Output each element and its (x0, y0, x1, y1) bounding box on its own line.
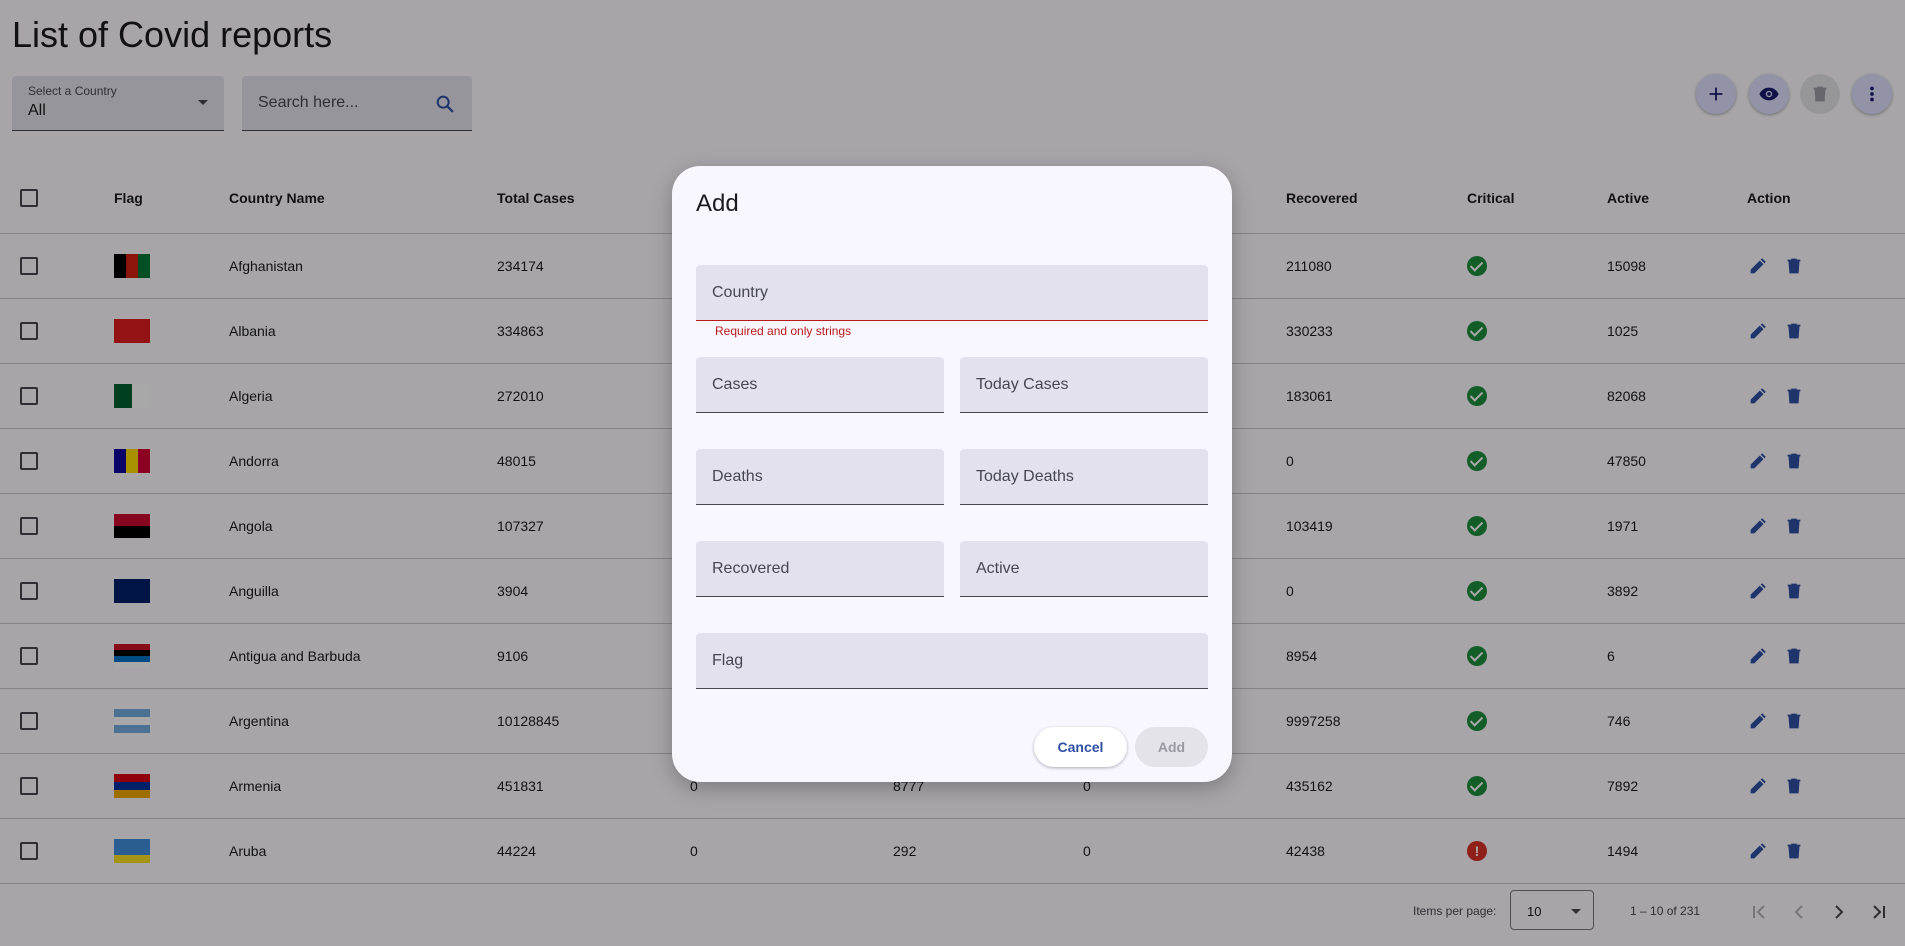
cases-field-label: Cases (712, 376, 758, 393)
active-field-label: Active (976, 560, 1020, 577)
today-deaths-field[interactable]: Today Deaths (960, 449, 1208, 505)
today-deaths-field-label: Today Deaths (976, 468, 1074, 485)
add-button-disabled[interactable]: Add (1135, 727, 1208, 767)
recovered-field[interactable]: Recovered (696, 541, 944, 597)
country-field-error: Required and only strings (715, 324, 852, 338)
dialog-title: Add (696, 190, 739, 217)
cancel-button[interactable]: Cancel (1034, 727, 1127, 767)
today-cases-field-label: Today Cases (976, 376, 1069, 393)
flag-field[interactable]: Flag (696, 633, 1208, 689)
add-dialog: Add Country Required and only strings Ca… (672, 166, 1232, 782)
deaths-field[interactable]: Deaths (696, 449, 944, 505)
recovered-field-label: Recovered (712, 560, 790, 577)
country-field[interactable]: Country (696, 265, 1208, 321)
today-cases-field[interactable]: Today Cases (960, 357, 1208, 413)
country-field-label: Country (712, 284, 769, 301)
active-field[interactable]: Active (960, 541, 1208, 597)
flag-field-label: Flag (712, 652, 744, 669)
cases-field[interactable]: Cases (696, 357, 944, 413)
deaths-field-label: Deaths (712, 468, 763, 485)
